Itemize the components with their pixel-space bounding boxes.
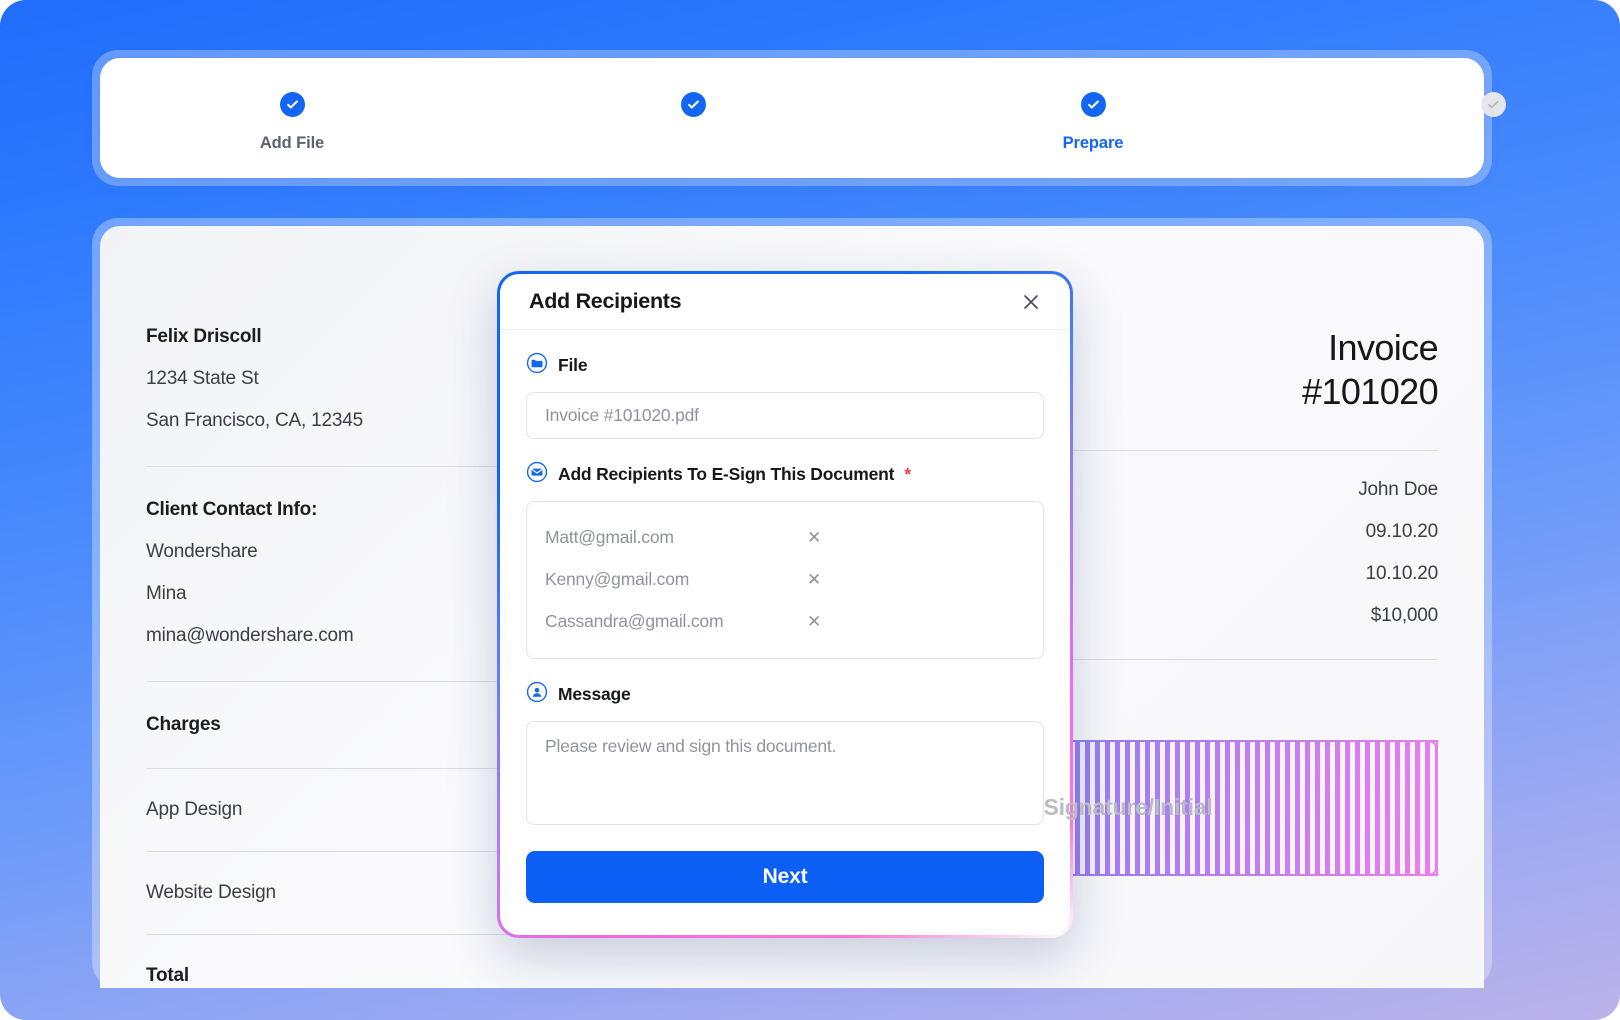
step-1-check-icon [279, 92, 305, 117]
close-icon[interactable] [1018, 289, 1044, 315]
person-icon [526, 681, 548, 708]
recipient-item[interactable]: Cassandra@gmail.com ✕ [545, 600, 1025, 642]
message-label: Message [558, 684, 631, 704]
file-input[interactable]: Invoice #101020.pdf [526, 392, 1044, 439]
step-2-check-icon [680, 92, 706, 117]
recipient-email: Kenny@gmail.com [545, 568, 690, 589]
recipient-email: Cassandra@gmail.com [545, 610, 724, 631]
recipient-email: Matt@gmail.com [545, 526, 674, 547]
folder-icon [526, 352, 548, 379]
total-label: Total [146, 965, 189, 986]
remove-recipient-icon[interactable]: ✕ [807, 571, 821, 588]
file-label: File [558, 355, 588, 375]
recipient-item[interactable]: Matt@gmail.com ✕ [545, 516, 1025, 558]
file-input-value: Invoice #101020.pdf [545, 405, 699, 425]
add-recipients-modal: Add Recipients File Invoice #101020.pdf … [500, 274, 1070, 935]
next-button[interactable]: Next [526, 851, 1044, 903]
step-add-file[interactable]: Add File [202, 92, 382, 153]
recipients-field-label: Add Recipients To E-Sign This Document * [526, 461, 1044, 488]
recipients-label: Add Recipients To E-Sign This Document [558, 464, 895, 484]
step-prepare[interactable]: Prepare [1003, 92, 1183, 153]
modal-header: Add Recipients [500, 274, 1070, 330]
message-value: Please review and sign this document. [545, 736, 837, 756]
stepper-card-halo: Add File Prepare [92, 50, 1506, 186]
step-four[interactable] [1403, 92, 1583, 134]
recipients-list: Matt@gmail.com ✕ Kenny@gmail.com ✕ Cassa… [526, 501, 1044, 659]
modal-body: File Invoice #101020.pdf Add Recipients … [500, 330, 1070, 903]
step-1-label: Add File [259, 134, 325, 152]
recipient-item[interactable]: Kenny@gmail.com ✕ [545, 558, 1025, 600]
next-button-label: Next [762, 865, 808, 888]
remove-recipient-icon[interactable]: ✕ [807, 529, 821, 546]
required-marker: * [904, 464, 912, 484]
stepper-card: Add File Prepare [100, 58, 1506, 178]
message-field-label: Message [526, 681, 1044, 708]
remove-recipient-icon[interactable]: ✕ [807, 613, 821, 630]
modal-title: Add Recipients [529, 289, 682, 313]
step-3-check-icon [1080, 92, 1106, 117]
envelope-icon [526, 461, 548, 488]
app-background: Add File Prepare Felix Driscoll 1234 Sta… [0, 0, 1620, 1020]
message-textarea[interactable]: Please review and sign this document. [526, 721, 1044, 825]
add-recipients-modal-border: Add Recipients File Invoice #101020.pdf … [497, 271, 1073, 938]
step-3-label: Prepare [1062, 134, 1124, 152]
signature-placeholder: Signature/Initial [1043, 794, 1213, 821]
step-two[interactable] [603, 92, 783, 134]
file-field-label: File [526, 352, 1044, 379]
step-4-check-icon [1480, 92, 1506, 117]
